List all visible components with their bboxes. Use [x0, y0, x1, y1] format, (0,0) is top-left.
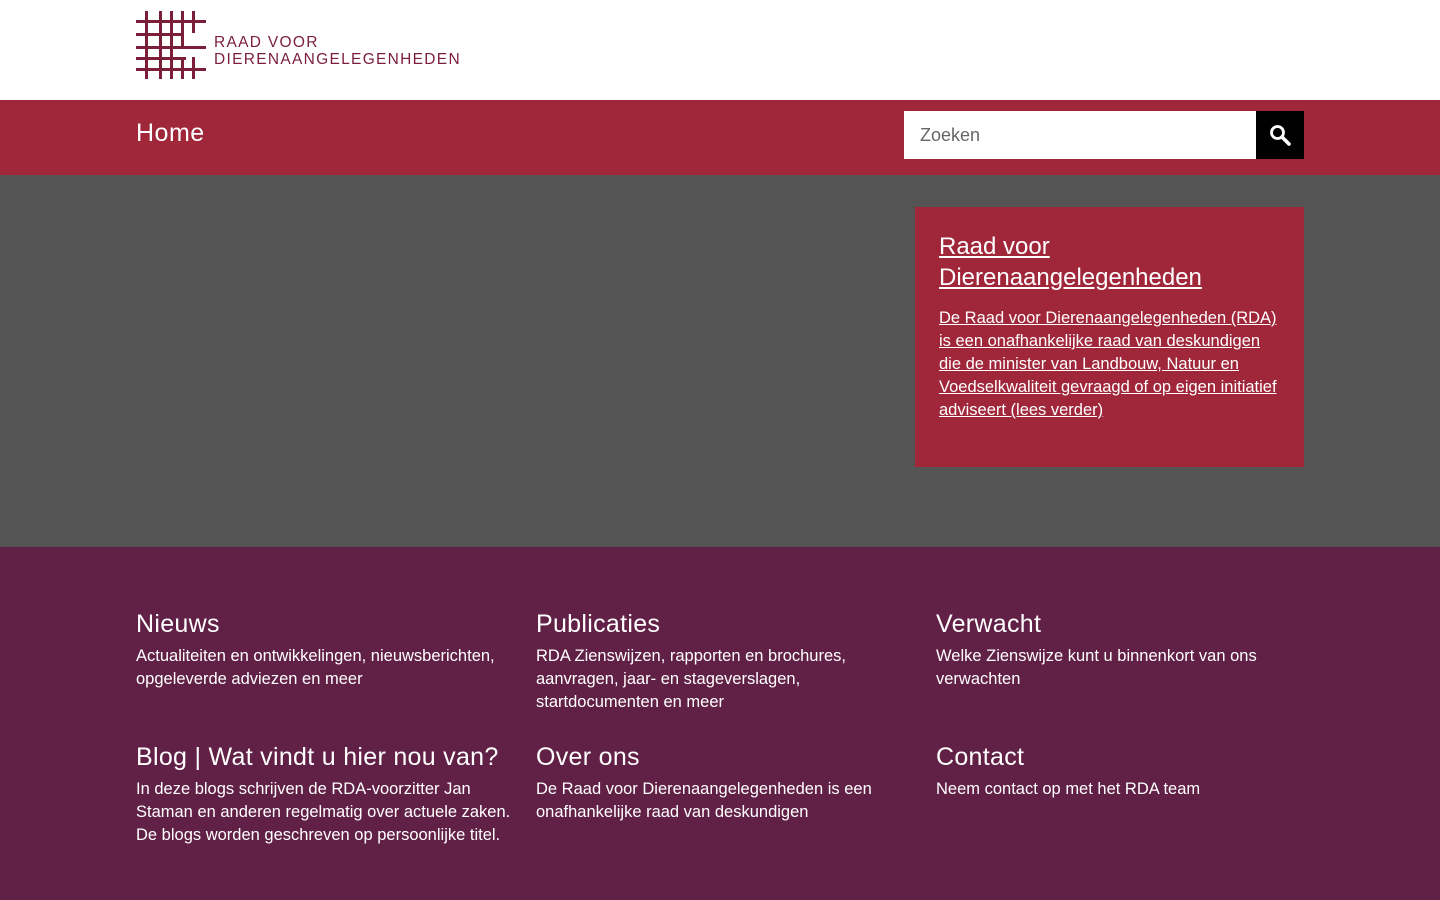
- site-logo[interactable]: RAAD VOOR DIERENAANGELEGENHEDEN: [136, 11, 461, 79]
- footer-section-title[interactable]: Nieuws: [136, 609, 536, 639]
- main-navbar: Home: [0, 100, 1440, 175]
- site-footer: Nieuws Actualiteiten en ontwikkelingen, …: [0, 547, 1440, 900]
- logo-wordmark: RAAD VOOR DIERENAANGELEGENHEDEN: [214, 34, 461, 68]
- search-icon: [1270, 125, 1291, 146]
- footer-section-publicaties[interactable]: Publicaties RDA Zienswijzen, rapporten e…: [536, 609, 936, 714]
- logo-line-2: DIERENAANGELEGENHEDEN: [214, 51, 461, 68]
- footer-section-text: RDA Zienswijzen, rapporten en brochures,…: [536, 647, 846, 711]
- footer-section-title[interactable]: Blog | Wat vindt u hier nou van?: [136, 742, 536, 772]
- footer-section-text: De Raad voor Dierenaangelegenheden is ee…: [536, 780, 872, 821]
- footer-section-title[interactable]: Over ons: [536, 742, 936, 772]
- search-input[interactable]: [904, 111, 1256, 159]
- footer-section-blog[interactable]: Blog | Wat vindt u hier nou van? In deze…: [136, 742, 536, 847]
- logo-line-1: RAAD VOOR: [214, 34, 319, 51]
- hero-section: Raad voor Dierenaangelegenheden De Raad …: [0, 175, 1440, 547]
- footer-section-text: Neem contact op met het RDA team: [936, 780, 1201, 798]
- intro-card-text-link[interactable]: De Raad voor Dierenaangelegenheden (RDA)…: [939, 307, 1280, 422]
- footer-section-text: Actualiteiten en ontwikkelingen, nieuwsb…: [136, 647, 495, 688]
- nav-home-link[interactable]: Home: [136, 119, 205, 148]
- intro-card-title-link[interactable]: Raad voor Dierenaangelegenheden: [939, 231, 1280, 293]
- logo-grid-icon: [136, 11, 206, 79]
- intro-card: Raad voor Dierenaangelegenheden De Raad …: [915, 207, 1304, 467]
- footer-section-verwacht[interactable]: Verwacht Welke Zienswijze kunt u binnenk…: [936, 609, 1304, 714]
- footer-section-title[interactable]: Contact: [936, 742, 1304, 772]
- footer-grid: Nieuws Actualiteiten en ontwikkelingen, …: [136, 609, 1304, 847]
- footer-section-title[interactable]: Verwacht: [936, 609, 1304, 639]
- search-button[interactable]: [1256, 111, 1304, 159]
- footer-section-text: Welke Zienswijze kunt u binnenkort van o…: [936, 647, 1257, 688]
- footer-section-title[interactable]: Publicaties: [536, 609, 936, 639]
- footer-section-nieuws[interactable]: Nieuws Actualiteiten en ontwikkelingen, …: [136, 609, 536, 714]
- footer-section-over-ons[interactable]: Over ons De Raad voor Dierenaangelegenhe…: [536, 742, 936, 847]
- footer-section-contact[interactable]: Contact Neem contact op met het RDA team: [936, 742, 1304, 847]
- site-header: RAAD VOOR DIERENAANGELEGENHEDEN: [0, 0, 1440, 100]
- footer-section-text: In deze blogs schrijven de RDA-voorzitte…: [136, 780, 511, 844]
